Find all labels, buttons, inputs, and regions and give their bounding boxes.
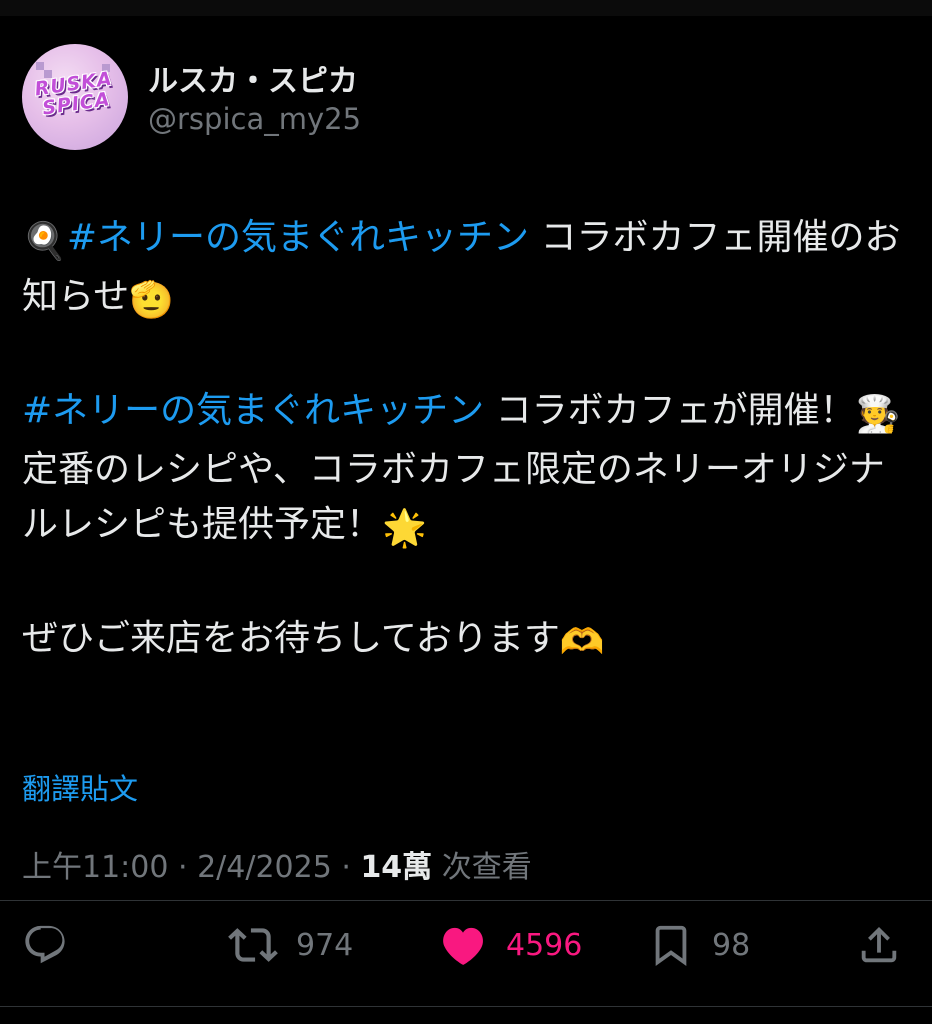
post-time[interactable]: 上午11:00 <box>22 850 168 885</box>
post-paragraph-1: 🍳#ネリーの気まぐれキッチン コラボカフェ開催のお知らせ🫡 <box>22 210 912 328</box>
action-bar: 974 4596 98 <box>0 915 932 975</box>
retweet-count: 974 <box>296 927 354 963</box>
cooking-emoji: 🍳 <box>22 221 67 262</box>
divider <box>0 1006 932 1007</box>
avatar-logo: RUSKA SPICA <box>22 67 128 121</box>
heart-hands-emoji: 🫶 <box>559 622 605 663</box>
reply-button[interactable] <box>22 915 68 975</box>
post-paragraph-3: ぜひご来店をお待ちしております🫶 <box>22 611 912 670</box>
heart-icon <box>443 927 483 965</box>
retweet-button[interactable]: 974 <box>228 915 353 975</box>
author-handle[interactable]: @rspica_my25 <box>148 102 361 136</box>
like-button[interactable]: 4596 <box>438 915 582 975</box>
post-body: 🍳#ネリーの気まぐれキッチン コラボカフェ開催のお知らせ🫡 #ネリーの気まぐれキ… <box>22 210 912 670</box>
meta-separator: · <box>168 850 198 885</box>
translate-post-link[interactable]: 翻譯貼文 <box>22 766 138 808</box>
hashtag-link[interactable]: #ネリーの気まぐれキッチン <box>67 217 529 258</box>
post-meta: 上午11:00 · 2/4/2025 · 14萬 次查看 <box>22 842 532 886</box>
post-date[interactable]: 2/4/2025 <box>197 850 332 885</box>
meta-separator: · <box>331 850 361 885</box>
avatar[interactable]: RUSKA SPICA <box>22 44 128 150</box>
divider <box>0 900 932 901</box>
avatar-pixel-decoration <box>36 62 44 70</box>
post-text: ぜひご来店をお待ちしております <box>22 618 560 659</box>
post-paragraph-2: #ネリーの気まぐれキッチン コラボカフェが開催！🧑‍🍳 定番のレシピや、コラボカ… <box>22 383 912 556</box>
cook-emoji: 🧑‍🍳 <box>855 394 901 435</box>
author-name[interactable]: ルスカ・スピカ <box>148 56 358 100</box>
post-text: コラボカフェが開催！ <box>484 390 856 431</box>
bookmark-count: 98 <box>712 927 751 963</box>
share-icon <box>861 926 897 963</box>
post-text: 定番のレシピや、コラボカフェ限定のネリーオリジナルレシピも提供予定！ <box>22 449 885 545</box>
views-count: 14萬 <box>360 850 433 885</box>
top-bar <box>0 0 932 16</box>
bookmark-icon <box>655 925 687 966</box>
share-button[interactable] <box>856 915 902 975</box>
saluting-emoji: 🫡 <box>129 280 175 321</box>
hashtag-link[interactable]: #ネリーの気まぐれキッチン <box>22 390 484 431</box>
like-count: 4596 <box>506 927 583 963</box>
retweet-icon <box>228 928 278 962</box>
star-emoji: 🌟 <box>382 508 427 549</box>
reply-icon <box>25 925 65 964</box>
bookmark-button[interactable]: 98 <box>648 915 750 975</box>
views-label: 次查看 <box>432 850 532 885</box>
